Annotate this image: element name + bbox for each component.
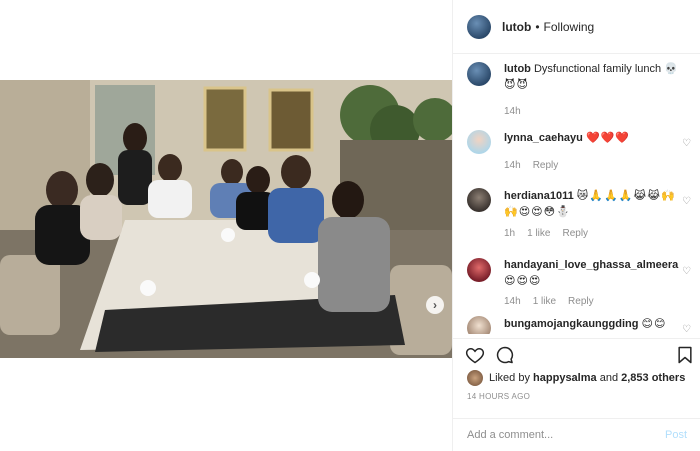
comment-bubble-icon[interactable]	[495, 345, 515, 365]
comment-like-heart-icon[interactable]: ♡	[682, 196, 691, 207]
comment-like-heart-icon[interactable]: ♡	[682, 138, 691, 149]
next-photo-button[interactable]: ›	[426, 296, 444, 314]
likes-prefix: Liked by	[489, 372, 530, 384]
comment-input[interactable]	[467, 429, 665, 441]
caption-text: Dysfunctional family lunch 💀	[533, 63, 678, 75]
caption: lutob Dysfunctional family lunch 💀 😈😈 14…	[467, 62, 695, 130]
author-avatar[interactable]	[467, 14, 491, 39]
comment-item: herdiana1011 😿🙏🙏🙏😹😹🙌🙌😍😍😳⛄ 1h 1 like Repl…	[467, 188, 695, 258]
reply-button[interactable]: Reply	[562, 226, 588, 241]
comment-like-heart-icon[interactable]: ♡	[682, 324, 691, 334]
post-media-area: ›	[0, 0, 452, 451]
chevron-right-icon: ›	[433, 298, 437, 312]
comment-item: handayani_love_ghassa_almeera 😍😍😍 14h 1 …	[467, 258, 695, 316]
caption-time[interactable]: 14h	[504, 104, 521, 119]
following-button[interactable]: Following	[544, 20, 595, 34]
caption-avatar[interactable]	[467, 62, 491, 86]
comment-time[interactable]: 1h	[504, 226, 515, 241]
likes-connector: and	[599, 372, 619, 384]
liker-avatar[interactable]	[467, 370, 483, 386]
comment-emojis: 😊😊	[641, 317, 667, 330]
comments-list[interactable]: lutob Dysfunctional family lunch 💀 😈😈 14…	[467, 62, 695, 334]
comment-likes-count[interactable]: 1 like	[533, 294, 556, 309]
comment-item: bungamojangkaunggding 😊😊 ♡	[467, 316, 695, 334]
comment-emojis: ❤️❤️❤️	[585, 131, 631, 144]
comment-time[interactable]: 14h	[504, 158, 521, 173]
commenter-avatar[interactable]	[467, 130, 491, 154]
commenter-avatar[interactable]	[467, 316, 491, 334]
add-comment-bar: Post	[453, 418, 700, 451]
restaurant-group-photo	[0, 80, 452, 358]
post-header: lutob • Following	[453, 0, 700, 54]
reply-button[interactable]: Reply	[533, 158, 559, 173]
likes-summary: Liked by happysalma and 2,853 others	[467, 370, 685, 386]
commenter-avatar[interactable]	[467, 258, 491, 282]
liker-username[interactable]: happysalma	[533, 372, 597, 384]
caption-emojis: 😈😈	[504, 78, 529, 91]
bookmark-icon[interactable]	[675, 345, 695, 365]
comment-time[interactable]: 14h	[504, 294, 521, 309]
reply-button[interactable]: Reply	[568, 294, 594, 309]
comment-like-heart-icon[interactable]: ♡	[682, 266, 691, 277]
post-side-panel: lutob • Following lutob Dysfunctional fa…	[452, 0, 700, 451]
post-photo[interactable]: ›	[0, 80, 452, 358]
caption-username[interactable]: lutob	[504, 63, 531, 75]
comment-username[interactable]: lynna_caehayu	[504, 132, 583, 144]
commenter-avatar[interactable]	[467, 188, 491, 212]
comment-username[interactable]: herdiana1011	[504, 190, 574, 202]
comment-likes-count[interactable]: 1 like	[527, 226, 550, 241]
post-actions	[453, 338, 700, 370]
post-comment-button[interactable]: Post	[665, 429, 687, 441]
comment-username[interactable]: handayani_love_ghassa_almeera	[504, 259, 678, 271]
post-timestamp[interactable]: 14 HOURS AGO	[467, 392, 530, 401]
heart-outline-icon[interactable]	[465, 345, 485, 365]
likes-others-count[interactable]: 2,853 others	[621, 372, 685, 384]
comment-emojis: 😍😍😍	[504, 274, 542, 287]
author-username[interactable]: lutob	[502, 20, 531, 34]
header-separator: •	[535, 19, 540, 34]
comment-username[interactable]: bungamojangkaunggding	[504, 318, 638, 330]
comment-item: lynna_caehayu ❤️❤️❤️ 14h Reply ♡	[467, 130, 695, 188]
